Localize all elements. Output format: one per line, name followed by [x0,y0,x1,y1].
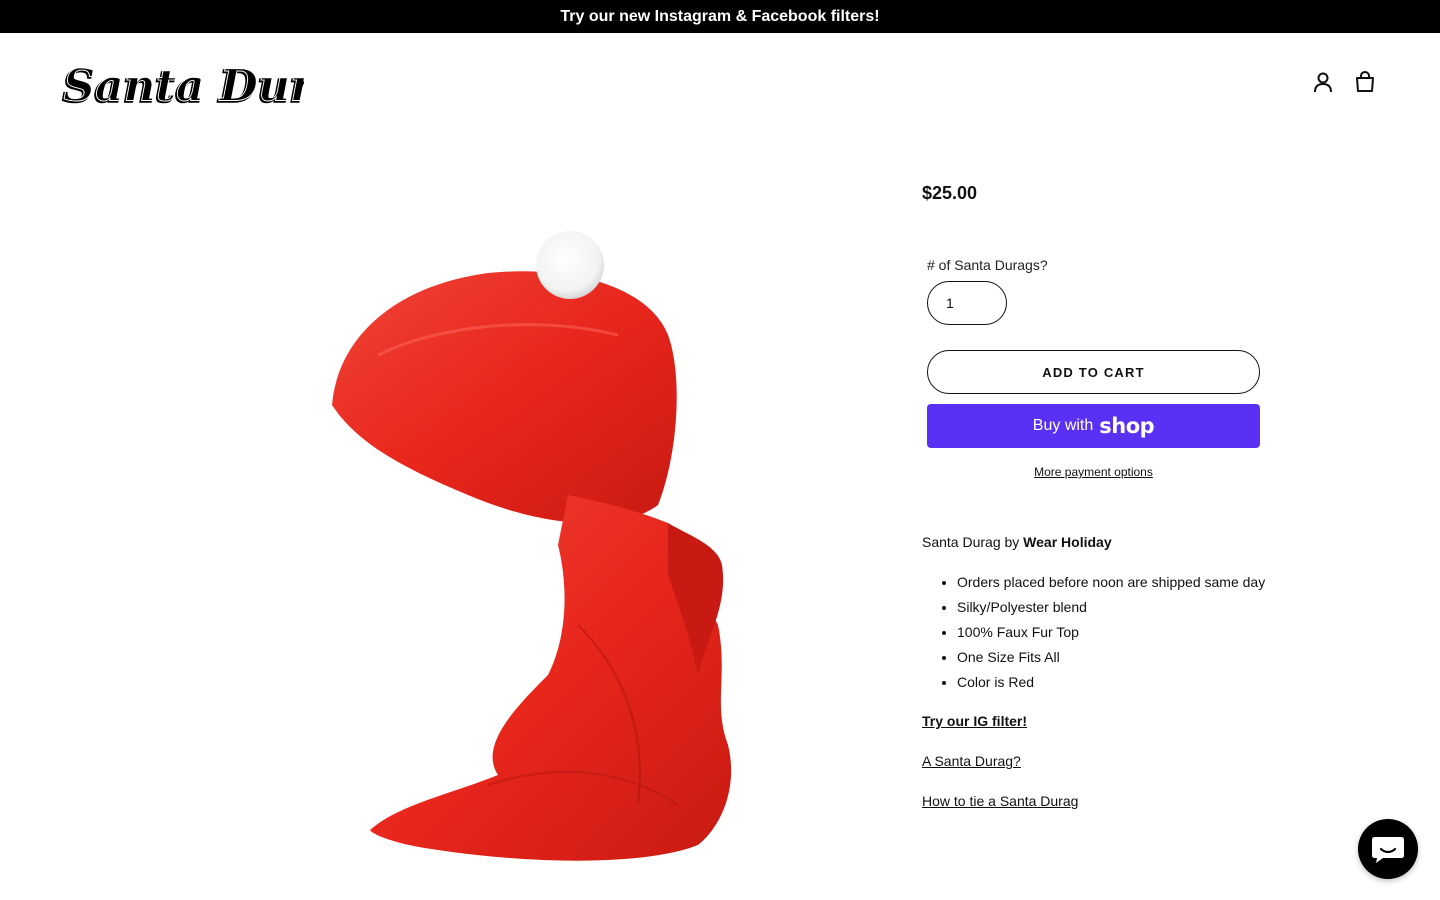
add-to-cart-button[interactable]: ADD TO CART [927,350,1260,394]
description-prefix: Santa Durag by [922,534,1024,550]
svg-text:Santa Durag: Santa Durag [64,61,305,112]
user-icon[interactable] [1312,70,1334,94]
ig-filter-link[interactable]: Try our IG filter! [922,713,1027,729]
description-brand: Wear Holiday [1023,534,1112,550]
header-icons [1312,70,1376,94]
product-price: $25.00 [922,183,978,203]
how-to-tie-link[interactable]: How to tie a Santa Durag [922,793,1078,809]
announcement-bar[interactable]: Try our new Instagram & Facebook filters… [0,0,1440,33]
santa-durag-image [332,231,732,861]
feature-item: 100% Faux Fur Top [957,623,1265,648]
buy-with-shop-button[interactable]: Buy with shop [927,404,1260,448]
feature-list: Orders placed before noon are shipped sa… [957,573,1265,698]
feature-item: One Size Fits All [957,648,1265,673]
quantity-input[interactable] [927,281,1007,325]
feature-item: Color is Red [957,673,1265,698]
quantity-label: # of Santa Durags? [927,257,1048,273]
product-image [318,205,748,875]
chat-button[interactable] [1358,819,1418,879]
chat-icon [1372,837,1404,863]
cart-icon[interactable] [1354,70,1376,94]
more-payment-options-link[interactable]: More payment options [927,465,1260,479]
site-logo[interactable]: Santa Durag Santa Durag [58,52,304,116]
site-logo-image: Santa Durag Santa Durag [61,60,305,114]
buy-with-label: Buy with [1032,417,1094,434]
feature-item: Orders placed before noon are shipped sa… [957,573,1265,598]
feature-item: Silky/Polyester blend [957,598,1265,623]
product-description: Santa Durag by Wear Holiday [922,533,1112,551]
what-is-santa-durag-link[interactable]: A Santa Durag? [922,753,1021,769]
shop-logo: shop [1099,414,1155,438]
